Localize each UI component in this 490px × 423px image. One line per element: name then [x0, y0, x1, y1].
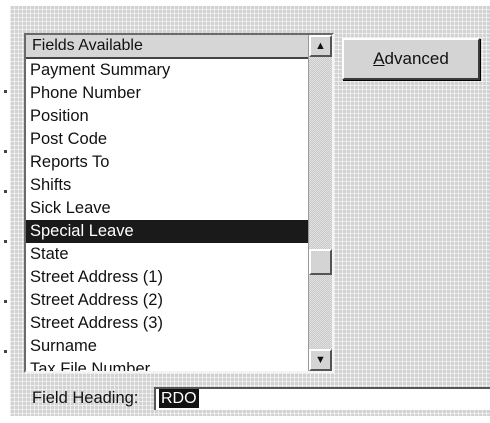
advanced-accelerator: A — [373, 49, 385, 68]
field-heading-input[interactable]: RDO — [154, 387, 490, 410]
edge-tick — [4, 350, 7, 353]
scroll-down-button[interactable]: ▼ — [309, 349, 332, 371]
list-item[interactable]: Shifts — [26, 174, 308, 197]
edge-tick — [4, 150, 7, 153]
fields-available-listbox[interactable]: Fields Available Payment Summary Phone N… — [24, 33, 334, 373]
edge-tick — [4, 240, 7, 243]
list-item[interactable]: Position — [26, 105, 308, 128]
field-heading-label: Field Heading: — [32, 389, 139, 407]
list-item[interactable]: State — [26, 243, 308, 266]
list-header[interactable]: Fields Available — [26, 35, 308, 59]
scroll-up-button[interactable]: ▲ — [309, 35, 332, 57]
arrow-down-icon: ▼ — [315, 354, 326, 366]
list-item[interactable]: Street Address (2) — [26, 289, 308, 312]
dialog-window: Fields Available Payment Summary Phone N… — [0, 0, 490, 423]
edge-tick — [4, 190, 7, 193]
advanced-label: dvanced — [384, 49, 449, 68]
arrow-up-icon: ▲ — [315, 40, 326, 52]
list-item[interactable]: Street Address (1) — [26, 266, 308, 289]
field-heading-row: Field Heading: RDO — [24, 386, 490, 412]
list-item[interactable]: Street Address (3) — [26, 312, 308, 335]
scroll-thumb[interactable] — [309, 249, 332, 275]
list-item[interactable]: Surname — [26, 335, 308, 358]
field-heading-value: RDO — [157, 389, 199, 408]
edge-tick — [4, 300, 7, 303]
advanced-button[interactable]: Advanced — [342, 38, 480, 80]
list-item-selected[interactable]: Special Leave — [26, 220, 308, 243]
list-item[interactable]: Payment Summary — [26, 59, 308, 82]
list-item[interactable]: Sick Leave — [26, 197, 308, 220]
list-item[interactable]: Tax File Number — [26, 358, 308, 371]
list-item[interactable]: Post Code — [26, 128, 308, 151]
list-scrollbar[interactable]: ▲ ▼ — [308, 35, 332, 371]
list-item[interactable]: Reports To — [26, 151, 308, 174]
list-item[interactable]: Phone Number — [26, 82, 308, 105]
edge-tick — [4, 90, 7, 93]
